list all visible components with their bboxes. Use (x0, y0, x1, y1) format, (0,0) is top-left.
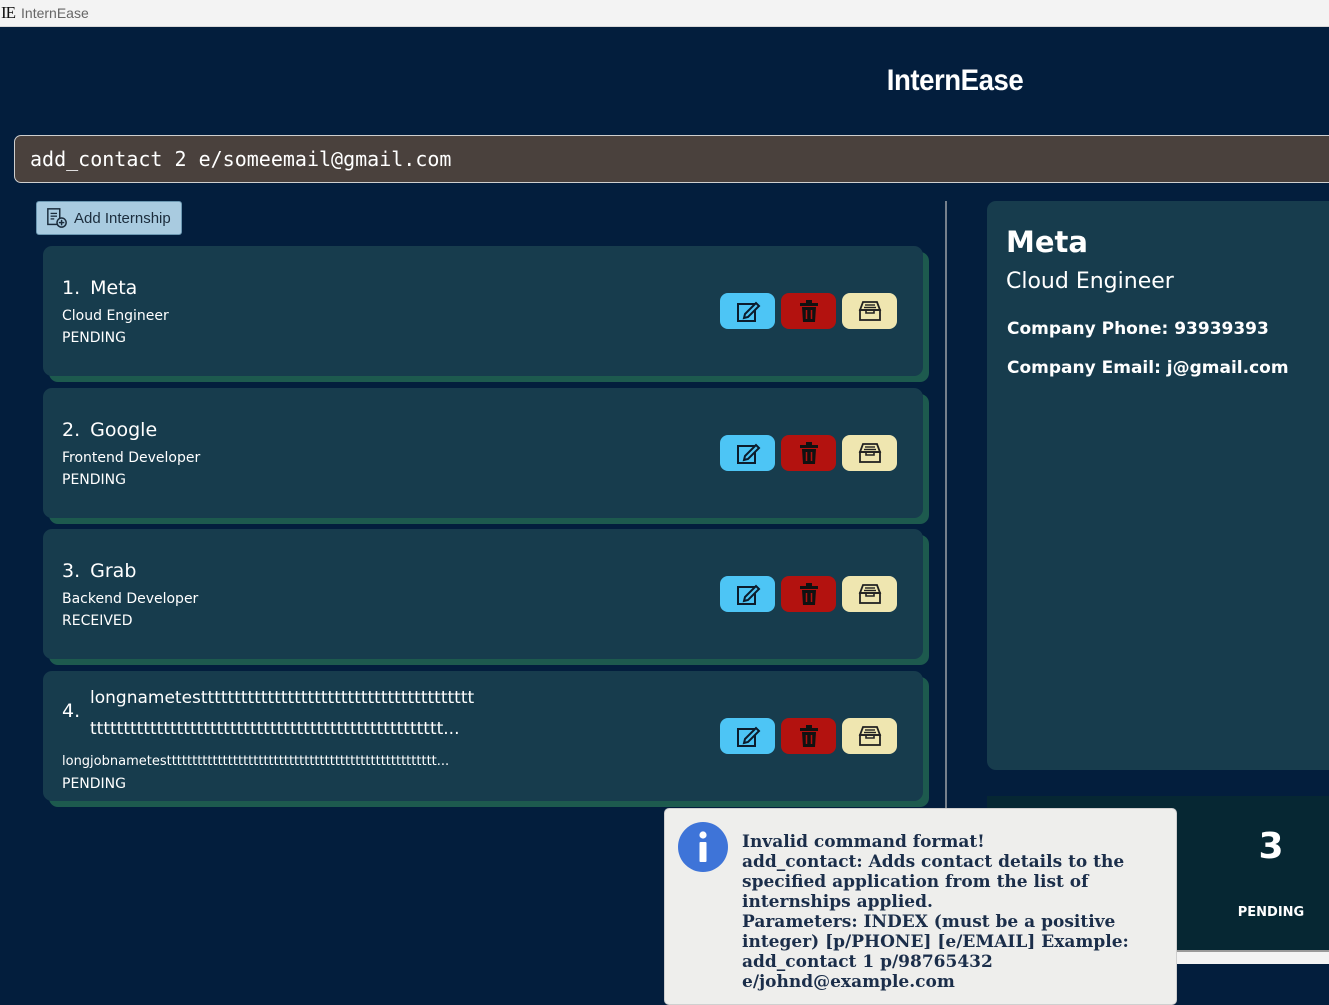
edit-button[interactable] (720, 435, 775, 471)
card-role: Cloud Engineer (62, 308, 169, 324)
trash-icon (799, 300, 818, 322)
info-icon (678, 822, 728, 872)
card-title: 1. Meta (62, 277, 137, 299)
card-company: Google (90, 419, 158, 441)
detail-role: Cloud Engineer (1006, 269, 1174, 294)
detail-email: Company Email: j@gmail.com (1007, 358, 1289, 378)
archive-icon (858, 726, 881, 746)
error-message: Invalid command format! add_contact: Add… (742, 832, 1129, 992)
internship-card[interactable]: 1. Meta Cloud Engineer PENDING (43, 246, 923, 376)
archive-icon (858, 301, 881, 321)
card-status: RECEIVED (62, 613, 133, 629)
card-index-4: 4. (62, 700, 81, 722)
edit-icon (736, 726, 760, 747)
stats-footer-bar (1177, 950, 1329, 964)
window-titlebar: IE InternEase (0, 0, 1329, 27)
edit-icon (736, 584, 760, 605)
archive-icon (858, 584, 881, 604)
card-title: 2. Google (62, 419, 157, 441)
add-internship-label: Add Internship (74, 209, 171, 227)
delete-button[interactable] (781, 718, 836, 754)
trash-icon (799, 583, 818, 605)
internship-card[interactable]: 4. longnametestttttttttttttttttttttttttt… (43, 671, 923, 801)
archive-button[interactable] (842, 435, 897, 471)
card-role: Backend Developer (62, 591, 199, 607)
card-role: Frontend Developer (62, 450, 201, 466)
card-index: 3. (62, 560, 81, 582)
command-input[interactable] (30, 147, 1329, 171)
window-title: InternEase (21, 5, 89, 21)
trash-icon (799, 442, 818, 464)
delete-button[interactable] (781, 435, 836, 471)
app-name-heading: InternEase (886, 64, 1024, 97)
archive-icon (858, 443, 881, 463)
internship-card[interactable]: 2. Google Frontend Developer PENDING (43, 388, 923, 518)
archive-button[interactable] (842, 576, 897, 612)
card-status: PENDING (62, 472, 126, 488)
card-company-line1: longnametesttttttttttttttttttttttttttttt… (90, 688, 475, 708)
command-box[interactable] (14, 135, 1329, 183)
detail-phone: Company Phone: 93939393 (1007, 319, 1269, 339)
app-logo-icon: IE (1, 3, 16, 22)
pending-count: 3 (1258, 826, 1284, 867)
error-popup: Invalid command format! add_contact: Add… (664, 808, 1177, 1005)
add-internship-button[interactable]: Add Internship (36, 201, 182, 235)
card-company: Meta (90, 277, 138, 299)
edit-icon (736, 443, 760, 464)
internship-detail-panel: Meta Cloud Engineer Company Phone: 93939… (987, 201, 1329, 770)
edit-button[interactable] (720, 293, 775, 329)
detail-company: Meta (1006, 225, 1088, 259)
card-actions (720, 435, 897, 471)
card-actions (720, 293, 897, 329)
card-actions (720, 576, 897, 612)
card-status: PENDING (62, 776, 126, 792)
card-company-line2: tttttttttttttttttttttttttttttttttttttttt… (90, 719, 460, 739)
card-role: longjobnametestttttttttttttttttttttttttt… (62, 754, 450, 769)
trash-icon (799, 725, 818, 747)
card-index: 1. (62, 277, 81, 299)
add-document-icon (47, 208, 67, 228)
edit-button[interactable] (720, 576, 775, 612)
card-index: 2. (62, 419, 81, 441)
archive-button[interactable] (842, 718, 897, 754)
delete-button[interactable] (781, 293, 836, 329)
card-title: 3. Grab (62, 560, 136, 582)
card-status: PENDING (62, 330, 126, 346)
card-actions (720, 718, 897, 754)
archive-button[interactable] (842, 293, 897, 329)
delete-button[interactable] (781, 576, 836, 612)
edit-icon (736, 301, 760, 322)
edit-button[interactable] (720, 718, 775, 754)
card-company: Grab (90, 560, 137, 582)
pending-label: PENDING (1237, 905, 1305, 920)
internship-card[interactable]: 3. Grab Backend Developer RECEIVED (43, 529, 923, 659)
